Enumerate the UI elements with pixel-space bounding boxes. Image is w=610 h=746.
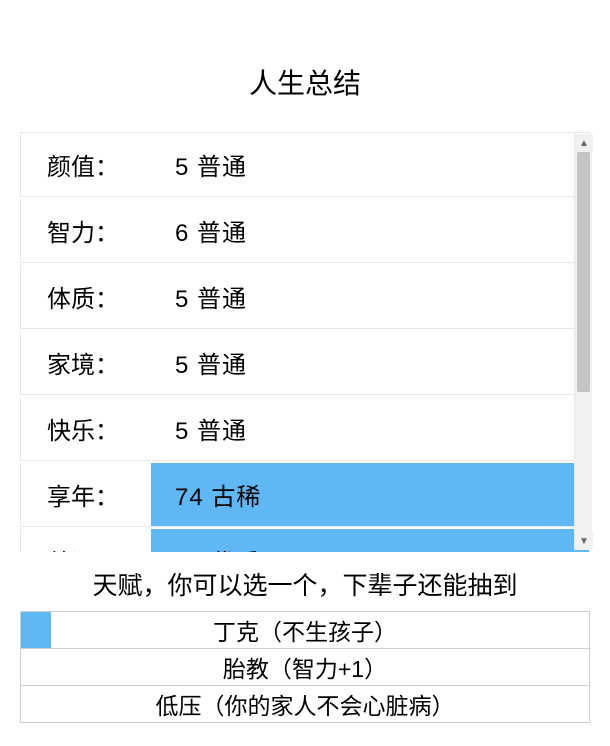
talent-selected-mark [21, 686, 51, 722]
app-root: 人生总结 颜值： 5 普通 智力： 6 普通 体质： 5 普通 家境： 5 普通… [0, 0, 610, 746]
summary-panel: 颜值： 5 普通 智力： 6 普通 体质： 5 普通 家境： 5 普通 快乐： … [20, 132, 590, 552]
talent-heading: 天赋，你可以选一个，下辈子还能抽到 [20, 566, 590, 602]
summary-row-value: 5 普通 [151, 265, 589, 328]
summary-row-value: 74 古稀 [151, 463, 589, 526]
scrollbar-track[interactable] [575, 152, 592, 532]
summary-row-value: 5 普通 [151, 397, 589, 460]
talent-selected-mark [21, 649, 51, 685]
summary-row-key: 体质： [21, 279, 151, 314]
talent-option[interactable]: 胎教（智力+1） [20, 648, 590, 686]
talent-option[interactable]: 丁克（不生孩子） [20, 611, 590, 649]
talent-selected-mark [21, 612, 51, 648]
summary-row: 体质： 5 普通 [20, 265, 590, 329]
talent-option-label: 胎教（智力+1） [51, 649, 589, 685]
summary-row-value: 5 普通 [151, 133, 589, 196]
summary-row: 享年： 74 古稀 [20, 463, 590, 527]
scrollbar-thumb[interactable] [577, 152, 590, 392]
summary-row-key: 总评： [21, 543, 151, 552]
scrollbar[interactable]: ▲ ▼ [574, 134, 592, 550]
summary-row-value: 89 优秀 [151, 529, 589, 552]
scroll-up-arrow-icon[interactable]: ▲ [575, 134, 593, 152]
summary-row-key: 快乐： [21, 411, 151, 446]
summary-row: 颜值： 5 普通 [20, 133, 590, 197]
summary-row-value: 5 普通 [151, 331, 589, 394]
summary-row: 智力： 6 普通 [20, 199, 590, 263]
summary-row: 总评： 89 优秀 [20, 529, 590, 552]
talent-list: 丁克（不生孩子） 胎教（智力+1） 低压（你的家人不会心脏病） [20, 611, 590, 723]
summary-row-key: 智力： [21, 213, 151, 248]
page-title: 人生总结 [0, 0, 610, 132]
summary-row-key: 家境： [21, 345, 151, 380]
summary-row: 家境： 5 普通 [20, 331, 590, 395]
talent-option-label: 丁克（不生孩子） [51, 612, 589, 648]
talent-option[interactable]: 低压（你的家人不会心脏病） [20, 685, 590, 723]
summary-row-key: 颜值： [21, 147, 151, 182]
summary-row-key: 享年： [21, 477, 151, 512]
summary-row-value: 6 普通 [151, 199, 589, 262]
scroll-down-arrow-icon[interactable]: ▼ [575, 532, 593, 550]
summary-row: 快乐： 5 普通 [20, 397, 590, 461]
talent-option-label: 低压（你的家人不会心脏病） [51, 686, 589, 722]
summary-scroll-area[interactable]: 颜值： 5 普通 智力： 6 普通 体质： 5 普通 家境： 5 普通 快乐： … [20, 132, 590, 552]
